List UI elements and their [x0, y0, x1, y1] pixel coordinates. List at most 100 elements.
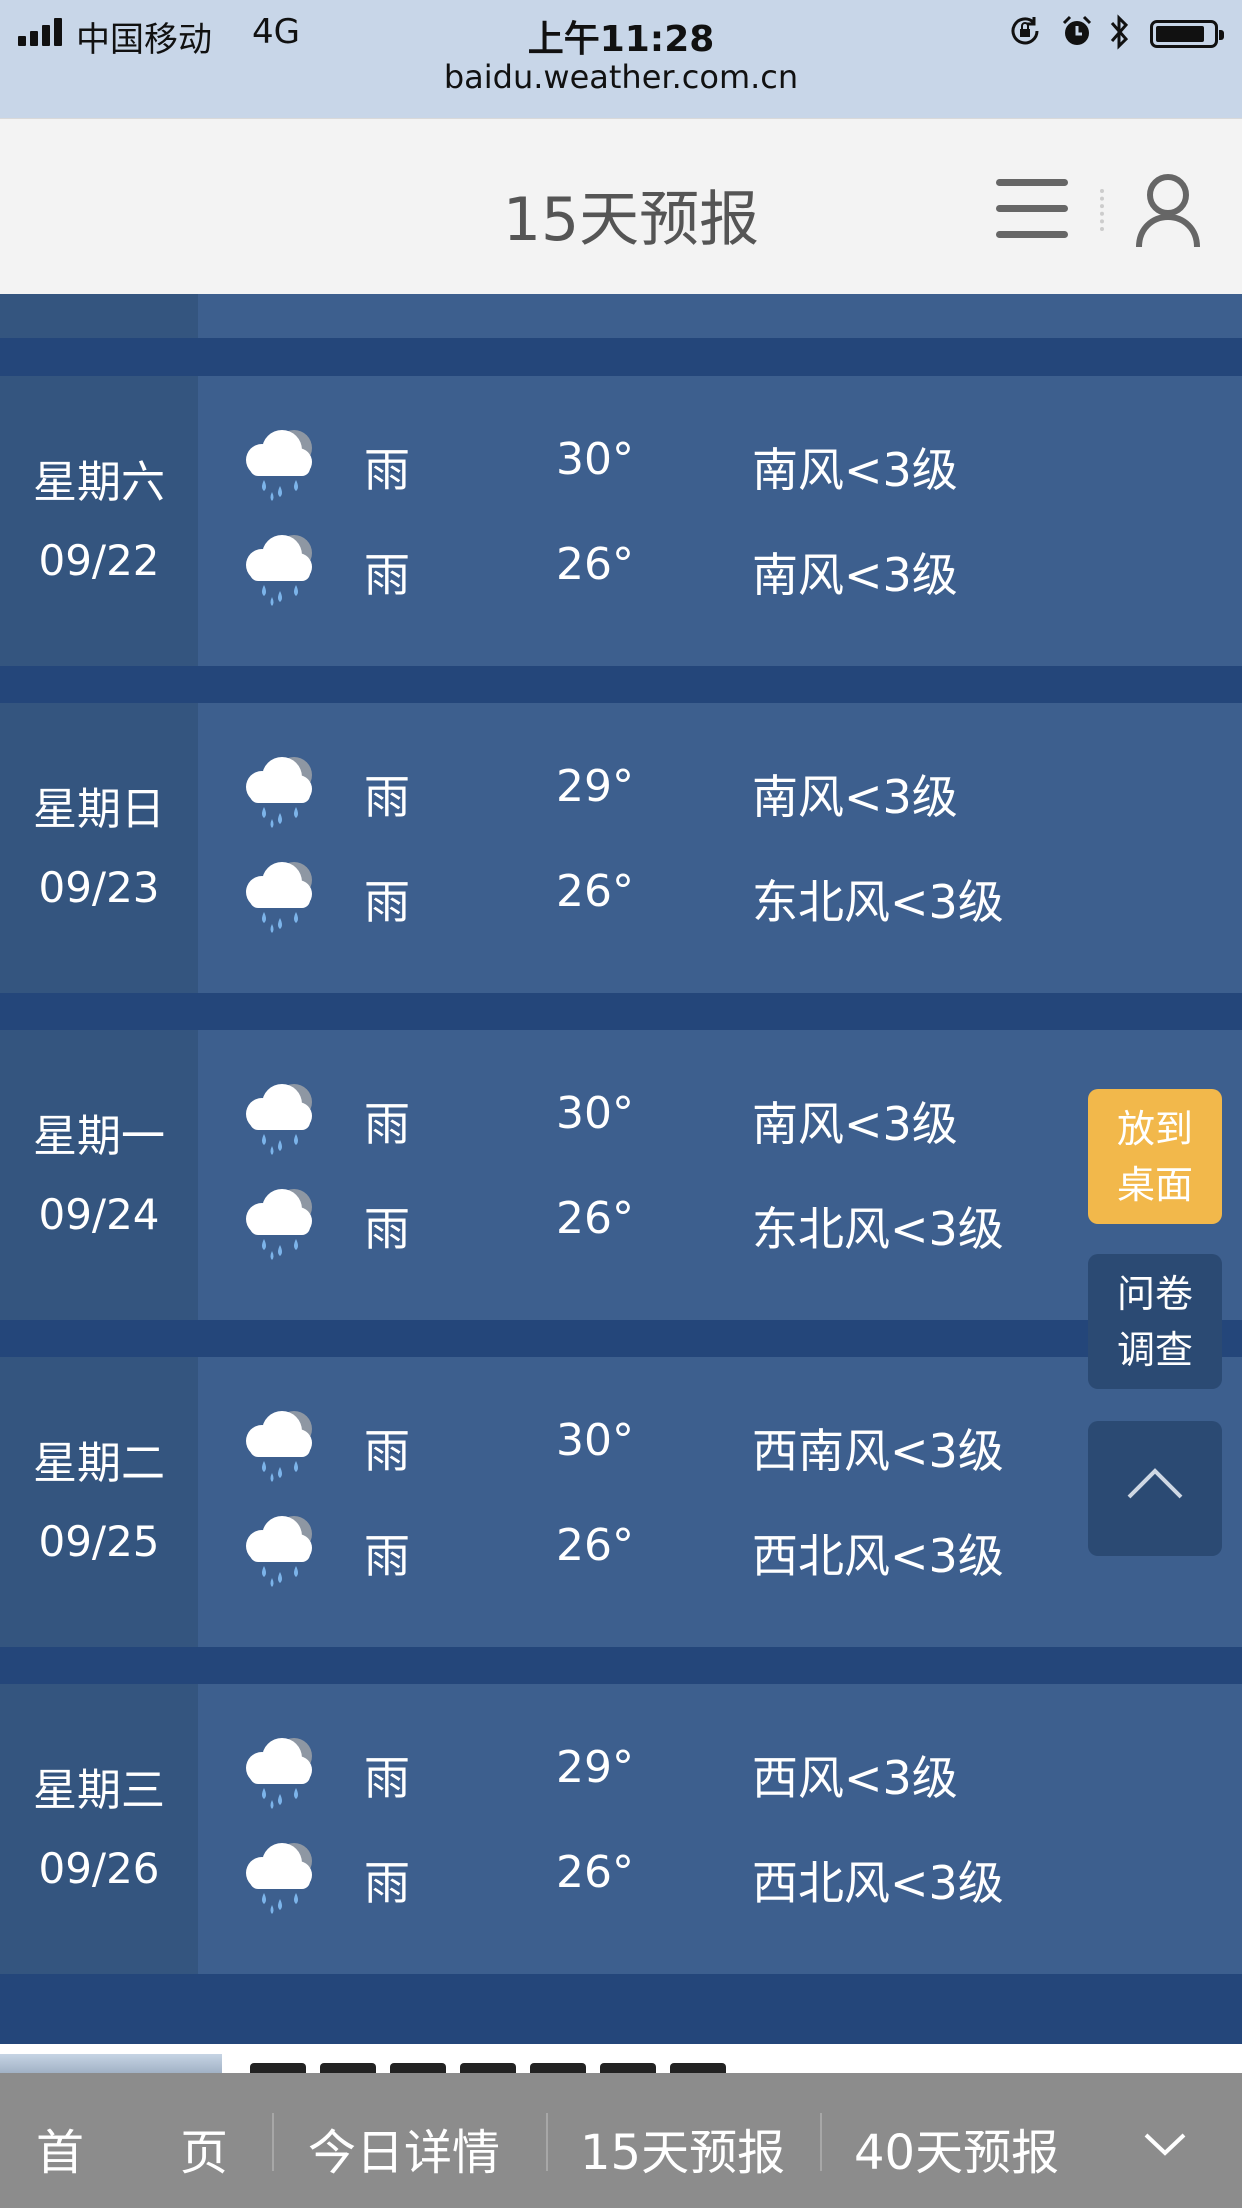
weather-condition: 雨	[364, 443, 410, 497]
temperature: 30°	[556, 1088, 634, 1139]
forecast-row[interactable]: 星期三 09/26 雨 29° 西风<3级 雨 26° 西北风<3级	[0, 1684, 1242, 1974]
temperature: 26°	[556, 866, 634, 917]
wind: 南风<3级	[752, 548, 958, 602]
forecast-day-line: 雨 30° 南风<3级	[198, 1072, 1242, 1162]
forecast-row[interactable]: 星期二 09/25 雨 30° 西南风<3级 雨 26° 西北风<3级	[0, 1357, 1242, 1647]
nav-home[interactable]: 首 页	[36, 2113, 228, 2183]
wind: 西风<3级	[752, 1751, 958, 1805]
article-title-cropped	[250, 2058, 850, 2074]
header-divider	[1100, 189, 1108, 231]
forecast-row[interactable]: 星期一 09/24 雨 30° 南风<3级 雨 26° 东北风<3级	[0, 1030, 1242, 1320]
forecast-date: 09/23	[38, 863, 160, 912]
bluetooth-icon	[1110, 14, 1129, 50]
user-profile-icon[interactable]	[1134, 171, 1202, 249]
wind: 南风<3级	[752, 443, 958, 497]
weather-condition: 雨	[364, 1202, 410, 1256]
rain-cloud-icon	[246, 1411, 312, 1482]
rain-cloud-icon	[246, 1189, 312, 1260]
forecast-date-column: 星期二 09/25	[0, 1357, 198, 1647]
alarm-icon	[1062, 15, 1092, 45]
wind: 西北风<3级	[752, 1856, 1004, 1910]
add-to-desktop-label-line1: 放到	[1116, 1107, 1193, 1151]
temperature: 26°	[556, 1847, 634, 1898]
forecast-weekday: 星期二	[33, 1438, 165, 1489]
forecast-date: 09/25	[38, 1517, 160, 1566]
wind: 西北风<3级	[752, 1529, 1004, 1583]
forecast-list: 星期六 09/22 雨 30° 南风<3级 雨 26° 南风<3级 星期日 09…	[0, 294, 1242, 2044]
chevron-down-icon[interactable]	[1140, 2123, 1190, 2163]
forecast-night-line: 雨 26° 东北风<3级	[198, 850, 1242, 940]
nav-15-day-forecast[interactable]: 15天预报	[580, 2113, 785, 2183]
forecast-date: 09/26	[38, 1844, 160, 1893]
article-teaser[interactable]	[0, 2044, 1242, 2074]
rain-cloud-icon	[246, 862, 312, 933]
temperature: 29°	[556, 1742, 634, 1793]
forecast-night-line: 雨 26° 西北风<3级	[198, 1504, 1242, 1594]
forecast-day-line: 雨 29° 南风<3级	[198, 745, 1242, 835]
forecast-date-column: 星期六 09/22	[0, 376, 198, 666]
temperature: 26°	[556, 1520, 634, 1571]
forecast-night-line: 雨 26° 东北风<3级	[198, 1177, 1242, 1267]
add-to-desktop-button[interactable]: 放到 桌面	[1088, 1089, 1222, 1224]
rain-cloud-icon	[246, 1084, 312, 1155]
forecast-weekday: 星期一	[33, 1111, 165, 1162]
chevron-up-icon	[1127, 1468, 1183, 1499]
survey-label-line2: 调查	[1116, 1328, 1193, 1372]
survey-button[interactable]: 问卷 调查	[1088, 1254, 1222, 1389]
rain-cloud-icon	[246, 1843, 312, 1914]
forecast-night-line: 雨 26° 南风<3级	[198, 523, 1242, 613]
status-bar: 中国移动 4G 上午11:28 baidu.weather.com.cn	[0, 0, 1242, 118]
weather-condition: 雨	[364, 1856, 410, 1910]
article-thumbnail	[0, 2054, 222, 2074]
address-bar-url[interactable]: baidu.weather.com.cn	[0, 58, 1242, 96]
weather-condition: 雨	[364, 548, 410, 602]
forecast-night-line: 雨 26° 西北风<3级	[198, 1831, 1242, 1921]
temperature: 29°	[556, 761, 634, 812]
back-to-top-button[interactable]	[1088, 1421, 1222, 1556]
weather-condition: 雨	[364, 770, 410, 824]
temperature: 30°	[556, 1415, 634, 1466]
rain-cloud-icon	[246, 1738, 312, 1809]
temperature: 26°	[556, 1193, 634, 1244]
forecast-weekday: 星期日	[33, 784, 165, 835]
forecast-day-line: 雨 30° 南风<3级	[198, 418, 1242, 508]
forecast-day-line: 雨 29° 西风<3级	[198, 1726, 1242, 1816]
rain-cloud-icon	[246, 430, 312, 501]
weather-condition: 雨	[364, 875, 410, 929]
weather-condition: 雨	[364, 1097, 410, 1151]
wind: 东北风<3级	[752, 1202, 1004, 1256]
wind: 西南风<3级	[752, 1424, 1004, 1478]
weather-condition: 雨	[364, 1424, 410, 1478]
forecast-row-partial	[0, 294, 1242, 338]
temperature: 30°	[556, 434, 634, 485]
temperature: 26°	[556, 539, 634, 590]
forecast-weekday: 星期三	[33, 1765, 165, 1816]
forecast-row[interactable]: 星期六 09/22 雨 30° 南风<3级 雨 26° 南风<3级	[0, 376, 1242, 666]
page-header: 15天预报	[0, 118, 1242, 294]
survey-label-line1: 问卷	[1116, 1272, 1193, 1316]
nav-today-details[interactable]: 今日详情	[308, 2113, 500, 2183]
forecast-date-column: 星期日 09/23	[0, 703, 198, 993]
add-to-desktop-label-line2: 桌面	[1116, 1163, 1193, 1207]
wind: 南风<3级	[752, 770, 958, 824]
wind: 东北风<3级	[752, 875, 1004, 929]
forecast-date-column: 星期一 09/24	[0, 1030, 198, 1320]
forecast-date-column: 星期三 09/26	[0, 1684, 198, 1974]
status-time: 上午11:28	[527, 19, 715, 60]
forecast-date: 09/22	[38, 536, 160, 585]
nav-40-day-forecast[interactable]: 40天预报	[854, 2113, 1059, 2183]
bottom-navigation: 首 页 今日详情 15天预报 40天预报	[0, 2073, 1242, 2208]
rain-cloud-icon	[246, 757, 312, 828]
rain-cloud-icon	[246, 535, 312, 606]
wind: 南风<3级	[752, 1097, 958, 1151]
forecast-row[interactable]: 星期日 09/23 雨 29° 南风<3级 雨 26° 东北风<3级	[0, 703, 1242, 993]
forecast-date: 09/24	[38, 1190, 160, 1239]
forecast-weekday: 星期六	[33, 457, 165, 508]
battery-icon	[1150, 20, 1224, 48]
weather-condition: 雨	[364, 1529, 410, 1583]
weather-condition: 雨	[364, 1751, 410, 1805]
rotation-lock-icon	[1011, 17, 1039, 45]
rain-cloud-icon	[246, 1516, 312, 1587]
hamburger-menu-icon[interactable]	[996, 179, 1068, 239]
forecast-day-line: 雨 30° 西南风<3级	[198, 1399, 1242, 1489]
